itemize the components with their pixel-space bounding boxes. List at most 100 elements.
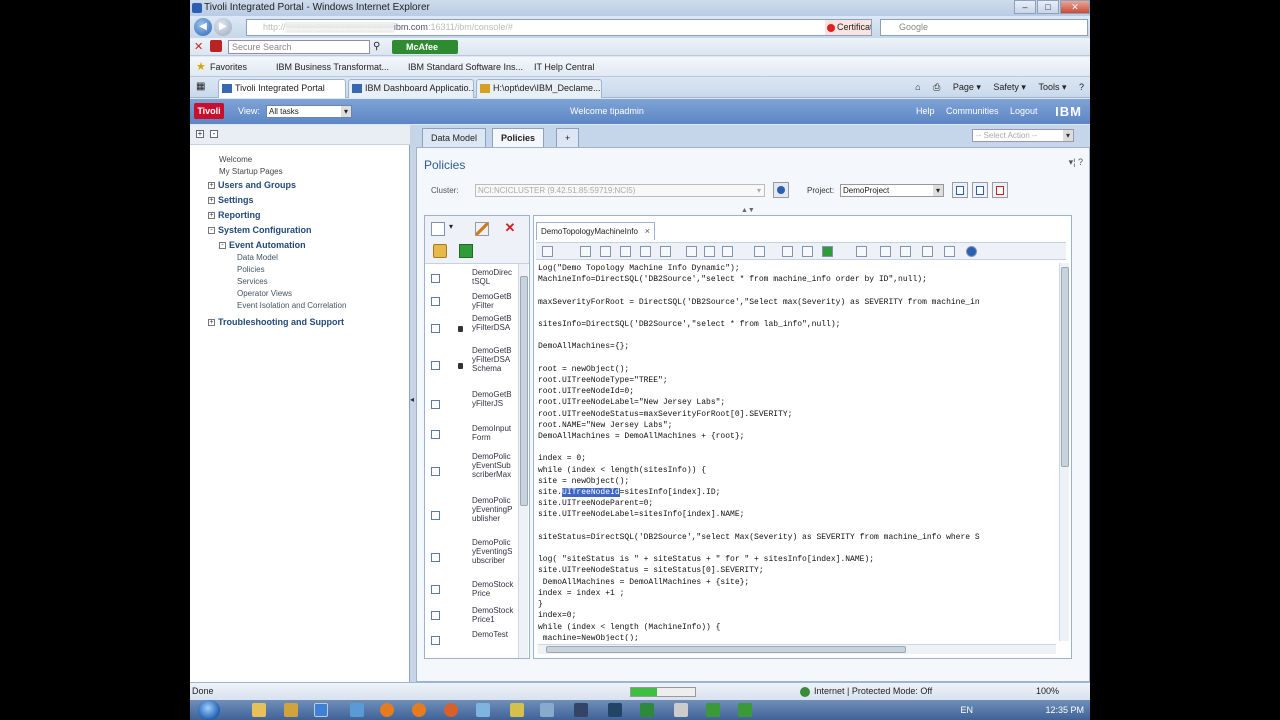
expand-icon[interactable]: + (208, 319, 215, 327)
new-project-icon[interactable] (952, 182, 968, 198)
copy-icon[interactable] (640, 246, 651, 257)
window-titlebar[interactable]: Tivoli Integrated Portal - Windows Inter… (190, 0, 1090, 16)
undo-icon[interactable] (580, 246, 591, 257)
quick-tabs-icon[interactable]: ▦ (196, 81, 205, 92)
cluster-info-icon[interactable] (773, 182, 789, 198)
favorite-link-2[interactable]: IBM Standard Software Ins... (408, 57, 523, 77)
policy-list-item[interactable]: DemoStockPrice (425, 580, 529, 600)
app11-taskbar-icon[interactable] (706, 703, 720, 717)
view-select[interactable]: All tasks (266, 105, 352, 118)
chevron-down-icon[interactable]: ▾ (449, 222, 453, 231)
app5-taskbar-icon[interactable] (510, 703, 524, 717)
app9-taskbar-icon[interactable] (640, 703, 654, 717)
expand-icon[interactable]: + (208, 197, 215, 205)
explorer-taskbar-icon[interactable] (252, 703, 266, 717)
favorite-link-1[interactable]: IBM Business Transformat... (276, 57, 389, 77)
app10-taskbar-icon[interactable] (674, 703, 688, 717)
editor-vscroll[interactable] (1059, 263, 1069, 641)
zoom-level[interactable]: 100% (1036, 683, 1059, 700)
back-button[interactable]: ◀ (194, 18, 212, 36)
policy-list-item[interactable]: DemoTest (425, 630, 529, 652)
editor-hscroll[interactable] (538, 644, 1056, 654)
nav-welcome[interactable]: Welcome (219, 155, 252, 164)
font-icon[interactable] (944, 246, 955, 257)
refresh-icon[interactable] (459, 244, 473, 258)
help-icon[interactable]: ? (1079, 82, 1084, 92)
nav-users-and-groups[interactable]: + Users and Groups (208, 180, 296, 190)
nav-data-model[interactable]: Data Model (237, 253, 278, 262)
stop-icon[interactable]: ✕ (194, 40, 203, 53)
print-icon[interactable]: ⎙ (933, 82, 940, 92)
add-tab-button[interactable]: + (556, 128, 580, 147)
help-link[interactable]: Help (916, 99, 935, 124)
collapse-all-icon[interactable]: - (210, 130, 218, 138)
expand-all-icon[interactable]: + (196, 130, 204, 138)
maximize-button[interactable]: □ (1037, 0, 1059, 14)
nav-policies[interactable]: Policies (237, 265, 265, 274)
ie-taskbar-icon[interactable] (314, 703, 328, 717)
page-menu[interactable]: Page ▾ (953, 82, 981, 92)
policy-list-item[interactable]: DemoGetByFilterDSA (425, 314, 529, 344)
replace-icon[interactable] (704, 246, 715, 257)
find-icon[interactable] (686, 246, 697, 257)
app8-taskbar-icon[interactable] (608, 703, 622, 717)
mcafee-button[interactable]: McAfee (392, 40, 458, 54)
web-search-input[interactable]: Google (880, 19, 1088, 36)
address-bar[interactable]: http://▒▒▒▒▒▒▒▒▒▒▒▒▒▒▒▒▒ibm.com:16311/ib… (246, 19, 872, 36)
run-icon[interactable] (822, 246, 833, 257)
tab-data-model[interactable]: Data Model (422, 128, 487, 147)
delete-project-icon[interactable] (992, 182, 1008, 198)
edit-policy-icon[interactable] (475, 222, 489, 236)
search-icon[interactable]: ⚲ (373, 41, 380, 52)
portlet-controls[interactable]: ▾¦ ? (1069, 157, 1083, 168)
app4-taskbar-icon[interactable] (476, 703, 490, 717)
app2-taskbar-icon[interactable] (412, 703, 426, 717)
favorite-link-3[interactable]: IT Help Central (534, 57, 594, 77)
insert-function-icon[interactable] (722, 246, 733, 257)
close-button[interactable]: ✕ (1060, 0, 1090, 14)
cut-icon[interactable] (620, 246, 631, 257)
policy-list-item[interactable]: DemoPolicyEventingSubscriber (425, 538, 529, 578)
close-icon[interactable]: × (645, 223, 650, 240)
nav-event-isolation[interactable]: Event Isolation and Correlation (237, 301, 346, 310)
configure-icon[interactable] (922, 246, 933, 257)
policy-list-item[interactable]: DemoInputForm (425, 424, 529, 446)
paste-icon[interactable] (660, 246, 671, 257)
zone-text[interactable]: Internet | Protected Mode: Off (814, 683, 932, 700)
help-icon[interactable] (966, 246, 977, 257)
logout-link[interactable]: Logout (1010, 99, 1038, 124)
policy-list-item[interactable]: DemoStockPrice1 (425, 606, 529, 626)
settings-icon[interactable] (900, 246, 911, 257)
browser-tab-3[interactable]: H:\opt\dev\IBM_Declame... (476, 79, 602, 98)
preview-icon[interactable] (856, 246, 867, 257)
start-button[interactable] (198, 700, 220, 720)
select-action-dropdown[interactable]: -- Select Action -- (972, 129, 1074, 142)
home-icon[interactable]: ⌂ (915, 82, 920, 92)
project-select[interactable]: DemoProject (840, 184, 944, 197)
save-icon[interactable] (542, 246, 553, 257)
upload-folder-icon[interactable] (433, 244, 447, 258)
policy-list-item[interactable]: DemoGetByFilterJS (425, 390, 529, 420)
policy-list-item[interactable]: DemoGetByFilterDSASchema (425, 346, 529, 386)
edit-project-icon[interactable] (972, 182, 988, 198)
goto-line-icon[interactable] (754, 246, 765, 257)
new-policy-icon[interactable] (431, 222, 445, 236)
expand-icon[interactable]: + (208, 212, 215, 220)
forward-button[interactable]: ▶ (214, 18, 232, 36)
nav-system-configuration[interactable]: - System Configuration (208, 225, 312, 235)
cluster-select[interactable]: NCI:NCICLUSTER (9.42.51.85:59719:NCI5) (475, 184, 765, 197)
redo-icon[interactable] (600, 246, 611, 257)
browser-tab-1[interactable]: Tivoli Integrated Portal (218, 79, 346, 98)
expand-icon[interactable]: + (208, 182, 215, 190)
code-editor[interactable]: Log("Demo Topology Machine Info Dynamic"… (538, 263, 1056, 641)
policy-list-scrollbar[interactable] (518, 264, 528, 658)
nav-my-startup-pages[interactable]: My Startup Pages (219, 167, 283, 176)
nav-troubleshooting[interactable]: + Troubleshooting and Support (208, 317, 344, 327)
nav-event-automation[interactable]: - Event Automation (219, 240, 306, 250)
nav-services[interactable]: Services (237, 277, 268, 286)
editor-tab[interactable]: DemoTopologyMachineInfo × (536, 222, 655, 240)
policy-list-item[interactable]: DemoDirectSQL (425, 268, 529, 290)
app7-taskbar-icon[interactable] (574, 703, 588, 717)
app6-taskbar-icon[interactable] (540, 703, 554, 717)
clock[interactable]: 12:35 PM (1045, 705, 1084, 715)
